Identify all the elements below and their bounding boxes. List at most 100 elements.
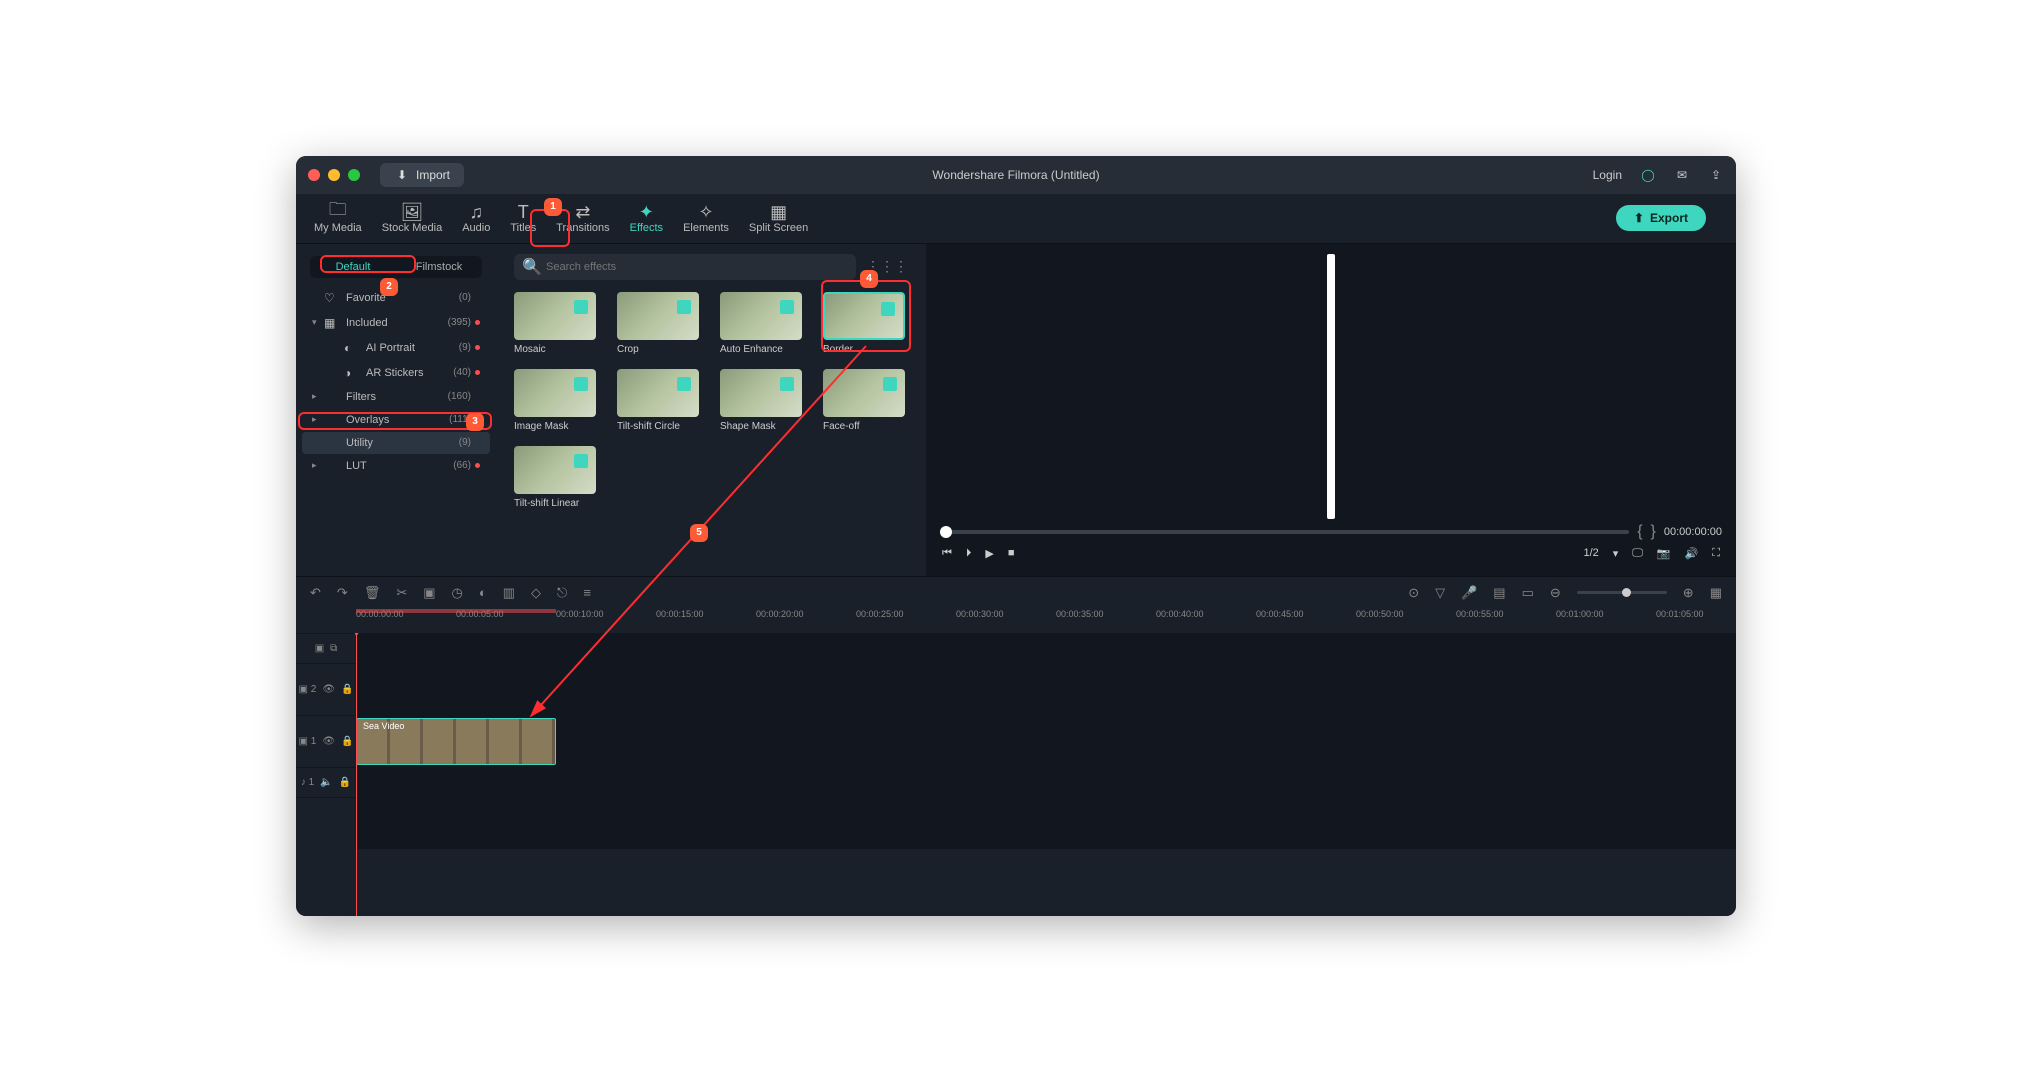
- effect-tilt-shift-linear[interactable]: Tilt-shift Linear: [514, 446, 599, 509]
- shapes-icon: ✧: [698, 202, 713, 222]
- preview-viewport[interactable]: [1327, 254, 1335, 519]
- tab-my-media[interactable]: 🗀My Media: [306, 198, 370, 238]
- sidebar-item-utility[interactable]: Utility(9): [302, 432, 490, 454]
- maximize-icon[interactable]: [348, 169, 360, 181]
- cut-icon[interactable]: ✂: [396, 585, 407, 601]
- effect-image-mask[interactable]: Image Mask: [514, 369, 599, 432]
- eye-icon[interactable]: 👁: [322, 736, 335, 747]
- tab-effects[interactable]: ✦Effects: [622, 198, 671, 238]
- effects-subtabs: Default Filmstock: [310, 256, 482, 278]
- search-input[interactable]: [546, 261, 846, 273]
- timeline-clip[interactable]: Sea Video: [356, 718, 556, 765]
- sidebar-item-included[interactable]: ▾▦Included(395): [302, 311, 490, 335]
- video-track-2[interactable]: ▣ 2 👁 🔒: [296, 663, 1736, 715]
- lock-icon[interactable]: 🔒: [341, 736, 353, 747]
- timeline-ruler[interactable]: 00:00:00:0000:00:05:0000:00:10:0000:00:1…: [296, 609, 1736, 633]
- zoom-in-icon[interactable]: ⊕: [1683, 585, 1694, 601]
- main-toolbar: 🗀My Media 🖼Stock Media ♫Audio TTitles ⇄T…: [296, 194, 1736, 244]
- playhead[interactable]: [356, 633, 357, 916]
- tab-titles[interactable]: TTitles: [502, 198, 544, 238]
- record-icon[interactable]: 🎤: [1461, 585, 1477, 601]
- bracket-open-icon[interactable]: {: [1637, 523, 1642, 541]
- play-step-icon[interactable]: ⏵: [966, 547, 972, 560]
- close-icon[interactable]: [308, 169, 320, 181]
- detach-icon[interactable]: ⎋: [557, 585, 567, 601]
- undo-icon[interactable]: ↶: [310, 585, 321, 601]
- eye-icon[interactable]: 👁: [322, 684, 335, 695]
- greenscreen-icon[interactable]: ▥: [503, 585, 515, 601]
- sidebar-item-lut[interactable]: ▸LUT(66): [302, 455, 490, 477]
- subtab-filmstock[interactable]: Filmstock: [396, 256, 482, 278]
- snapshot-icon[interactable]: 📷: [1657, 547, 1671, 560]
- bracket-close-icon[interactable]: }: [1651, 523, 1656, 541]
- speed-icon[interactable]: ◷: [452, 585, 463, 601]
- effect-mosaic[interactable]: Mosaic: [514, 292, 599, 355]
- marker-icon[interactable]: ▽: [1435, 585, 1445, 601]
- effect-shape-mask[interactable]: Shape Mask: [720, 369, 805, 432]
- delete-icon[interactable]: 🗑: [364, 585, 381, 601]
- tab-stock-media[interactable]: 🖼Stock Media: [374, 198, 451, 238]
- sidebar-item-favorite[interactable]: ♡Favorite(0): [302, 286, 490, 310]
- export-button[interactable]: ⬆ Export: [1616, 205, 1706, 231]
- track-label-v1: ▣ 1: [299, 736, 317, 747]
- zoom-fit-icon[interactable]: ▦: [1710, 585, 1722, 601]
- color-icon[interactable]: ◐: [479, 585, 487, 600]
- render-icon[interactable]: ⊙: [1408, 585, 1419, 601]
- sidebar-item-ar-stickers[interactable]: ◑AR Stickers(40): [302, 361, 490, 385]
- effect-crop[interactable]: Crop: [617, 292, 702, 355]
- search-icon: 🔍: [524, 259, 540, 275]
- zoom-out-icon[interactable]: ⊖: [1550, 585, 1561, 601]
- tab-elements[interactable]: ✧Elements: [675, 198, 737, 238]
- fullscreen-icon[interactable]: ⛶: [1712, 547, 1720, 560]
- upload-icon[interactable]: ⇪: [1708, 167, 1724, 183]
- preview-ratio[interactable]: 1/2: [1583, 547, 1598, 559]
- chevron-down-icon[interactable]: ▾: [1613, 547, 1619, 560]
- lock-icon[interactable]: 🔒: [339, 777, 351, 788]
- crop-tool-icon[interactable]: ▣: [423, 585, 435, 601]
- display-icon[interactable]: 🖵: [1632, 547, 1643, 560]
- guide-icon[interactable]: ▭: [1522, 585, 1534, 601]
- speaker-icon[interactable]: 🔈: [320, 777, 332, 788]
- search-box[interactable]: 🔍: [514, 254, 856, 280]
- ruler-mark: 00:00:10:00: [556, 609, 656, 633]
- login-button[interactable]: Login: [1593, 168, 1622, 182]
- preview-scrubber[interactable]: [940, 530, 1629, 534]
- import-button[interactable]: ⬇ Import: [380, 163, 464, 187]
- ruler-mark: 00:01:05:00: [1656, 609, 1736, 633]
- tab-audio[interactable]: ♫Audio: [454, 198, 498, 238]
- track-options[interactable]: ▣⧉: [296, 643, 356, 654]
- video-track-1[interactable]: ▣ 1 👁 🔒Sea Video: [296, 715, 1736, 767]
- effect-face-off[interactable]: Face-off: [823, 369, 908, 432]
- tab-split-screen[interactable]: ▦Split Screen: [741, 198, 816, 238]
- effect-auto-enhance[interactable]: Auto Enhance: [720, 292, 805, 355]
- support-icon[interactable]: ◯: [1640, 167, 1656, 183]
- mail-icon[interactable]: ✉: [1674, 167, 1690, 183]
- prev-frame-icon[interactable]: ⏮: [942, 547, 952, 560]
- view-grid-icon[interactable]: ⋮⋮⋮: [866, 258, 908, 275]
- play-icon[interactable]: ▶: [985, 547, 993, 560]
- transition-icon: ⇄: [575, 202, 590, 222]
- adjust-icon[interactable]: ≡: [583, 585, 591, 600]
- mixer-icon[interactable]: ▤: [1493, 585, 1505, 601]
- tab-transitions[interactable]: ⇄Transitions: [548, 198, 617, 238]
- sidebar-item-overlays[interactable]: ▸Overlays(111): [302, 409, 490, 431]
- track-label-v2: ▣ 2: [299, 684, 317, 695]
- import-label: Import: [416, 168, 450, 182]
- effect-border[interactable]: Border: [823, 292, 908, 355]
- ruler-mark: 00:00:35:00: [1056, 609, 1156, 633]
- zoom-slider[interactable]: [1577, 591, 1667, 594]
- minimize-icon[interactable]: [328, 169, 340, 181]
- subtab-default[interactable]: Default: [310, 256, 396, 278]
- volume-icon[interactable]: 🔊: [1685, 547, 1699, 560]
- effect-tilt-shift-circle[interactable]: Tilt-shift Circle: [617, 369, 702, 432]
- ruler-mark: 00:00:15:00: [656, 609, 756, 633]
- audio-track-1[interactable]: ♪ 1🔈🔒: [296, 767, 1736, 797]
- ruler-mark: 00:00:50:00: [1356, 609, 1456, 633]
- lock-icon[interactable]: 🔒: [341, 684, 353, 695]
- sidebar-item-ai-portrait[interactable]: ◐AI Portrait(9): [302, 336, 490, 360]
- ruler-mark: 00:00:40:00: [1156, 609, 1256, 633]
- sidebar-item-filters[interactable]: ▸Filters(160): [302, 386, 490, 408]
- keyframe-icon[interactable]: ◇: [531, 585, 541, 601]
- stop-icon[interactable]: ■: [1008, 547, 1015, 559]
- redo-icon[interactable]: ↷: [337, 585, 348, 601]
